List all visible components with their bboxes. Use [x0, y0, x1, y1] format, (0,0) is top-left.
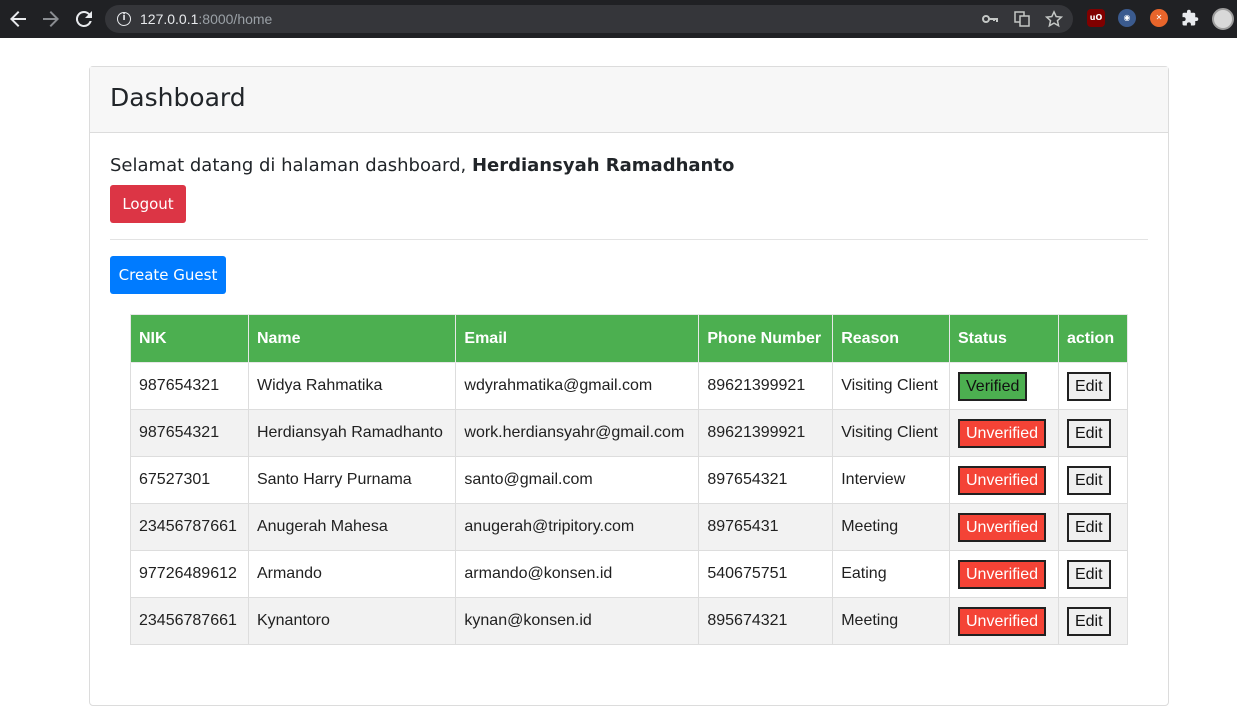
forward-icon[interactable] [39, 7, 63, 31]
orange-extension-icon[interactable]: ✕ [1150, 9, 1168, 27]
cell-action: Edit [1057, 362, 1129, 410]
edit-button[interactable]: Edit [1066, 371, 1111, 401]
status-button[interactable]: Unverified [958, 418, 1047, 448]
column-header-action: action [1057, 314, 1129, 363]
card-header: Dashboard [90, 67, 1168, 133]
cell-phone: 89765431 [698, 503, 834, 551]
address-bar[interactable]: i 127.0.0.1:8000/home [105, 5, 1073, 33]
cell-name: Anugerah Mahesa [247, 503, 457, 551]
cell-reason: Meeting [832, 597, 950, 645]
welcome-prefix: Selamat datang di halaman dashboard, [110, 155, 472, 176]
profile-avatar[interactable] [1212, 8, 1234, 30]
cell-email: kynan@konsen.id [455, 597, 700, 645]
cell-action: Edit [1057, 409, 1129, 457]
logout-button[interactable]: Logout [110, 185, 186, 223]
cell-status: Unverified [949, 409, 1059, 457]
cell-reason: Eating [832, 550, 950, 598]
cell-nik: 987654321 [130, 409, 249, 457]
column-header-reason: Reason [832, 314, 950, 363]
browser-toolbar: i 127.0.0.1:8000/home uO ◉ ✕ [0, 0, 1237, 38]
edit-button[interactable]: Edit [1066, 512, 1111, 542]
table-row: 987654321 Herdiansyah Ramadhanto work.he… [130, 409, 1129, 457]
table-row: 23456787661 Anugerah Mahesa anugerah@tri… [130, 503, 1129, 551]
owl-extension-icon[interactable]: ◉ [1118, 9, 1136, 27]
cell-name: Santo Harry Purnama [247, 456, 457, 504]
cell-status: Unverified [949, 597, 1059, 645]
cell-action: Edit [1057, 597, 1129, 645]
cell-email: wdyrahmatika@gmail.com [455, 362, 700, 410]
edit-button[interactable]: Edit [1066, 465, 1111, 495]
cell-phone: 897654321 [698, 456, 834, 504]
ublock-extension-icon[interactable]: uO [1087, 9, 1105, 27]
status-button[interactable]: Unverified [958, 606, 1047, 636]
divider [110, 239, 1148, 240]
edit-button[interactable]: Edit [1066, 418, 1111, 448]
extensions-puzzle-icon[interactable] [1181, 9, 1199, 27]
info-icon[interactable]: i [117, 12, 131, 26]
table-row: 987654321 Widya Rahmatika wdyrahmatika@g… [130, 362, 1129, 410]
edit-button[interactable]: Edit [1066, 606, 1111, 636]
cell-reason: Visiting Client [832, 409, 950, 457]
edit-button[interactable]: Edit [1066, 559, 1111, 589]
cell-action: Edit [1057, 503, 1129, 551]
cell-phone: 895674321 [698, 597, 834, 645]
dashboard-card: Dashboard Selamat datang di halaman dash… [89, 66, 1169, 706]
cell-email: work.herdiansyahr@gmail.com [455, 409, 700, 457]
welcome-user-name: Herdiansyah Ramadhanto [471, 155, 735, 176]
url-path: :8000/home [198, 11, 273, 27]
column-header-nik: NIK [130, 314, 249, 363]
table-header-row: NIK Name Email Phone Number Reason Statu… [130, 314, 1129, 363]
reload-icon[interactable] [72, 7, 96, 31]
cell-name: Widya Rahmatika [247, 362, 457, 410]
cell-email: armando@konsen.id [455, 550, 700, 598]
status-button[interactable]: Verified [958, 371, 1028, 401]
bookmark-star-icon[interactable] [1044, 10, 1064, 28]
cell-name: Herdiansyah Ramadhanto [247, 409, 457, 457]
cell-email: anugerah@tripitory.com [455, 503, 700, 551]
cell-reason: Interview [832, 456, 950, 504]
column-header-name: Name [247, 314, 457, 363]
cell-status: Unverified [949, 550, 1059, 598]
url-text[interactable]: 127.0.0.1:8000/home [140, 11, 272, 27]
guest-table: NIK Name Email Phone Number Reason Statu… [130, 314, 1129, 645]
column-header-phone: Phone Number [698, 314, 834, 363]
cell-nik: 97726489612 [130, 550, 249, 598]
cell-phone: 89621399921 [698, 409, 834, 457]
page-title: Dashboard [110, 83, 246, 112]
cell-status: Unverified [949, 503, 1059, 551]
status-button[interactable]: Unverified [958, 512, 1047, 542]
welcome-message: Selamat datang di halaman dashboard, Her… [110, 155, 734, 177]
url-host: 127.0.0.1 [140, 11, 199, 27]
cell-nik: 987654321 [130, 362, 249, 410]
cell-action: Edit [1057, 456, 1129, 504]
cell-status: Verified [949, 362, 1059, 410]
cell-phone: 540675751 [698, 550, 834, 598]
column-header-status: Status [949, 314, 1059, 363]
cell-reason: Meeting [832, 503, 950, 551]
cell-action: Edit [1057, 550, 1129, 598]
table-row: 67527301 Santo Harry Purnama santo@gmail… [130, 456, 1129, 504]
back-icon[interactable] [6, 7, 30, 31]
cell-name: Kynantoro [247, 597, 457, 645]
key-icon[interactable] [981, 10, 999, 28]
cell-email: santo@gmail.com [455, 456, 700, 504]
cell-name: Armando [247, 550, 457, 598]
create-guest-button[interactable]: Create Guest [110, 256, 226, 294]
table-row: 97726489612 Armando armando@konsen.id 54… [130, 550, 1129, 598]
cell-nik: 67527301 [130, 456, 249, 504]
translate-icon[interactable] [1013, 10, 1031, 28]
status-button[interactable]: Unverified [958, 559, 1047, 589]
column-header-email: Email [455, 314, 700, 363]
status-button[interactable]: Unverified [958, 465, 1047, 495]
cell-nik: 23456787661 [130, 503, 249, 551]
cell-phone: 89621399921 [698, 362, 834, 410]
table-row: 23456787661 Kynantoro kynan@konsen.id 89… [130, 597, 1129, 645]
cell-nik: 23456787661 [130, 597, 249, 645]
cell-status: Unverified [949, 456, 1059, 504]
cell-reason: Visiting Client [832, 362, 950, 410]
